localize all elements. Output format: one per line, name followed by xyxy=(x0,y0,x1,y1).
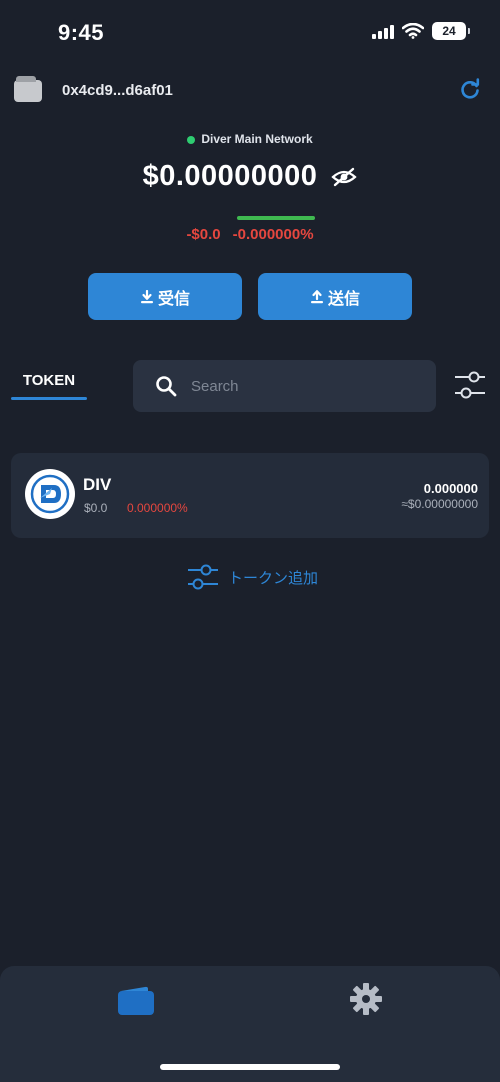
wallet-icon[interactable] xyxy=(117,986,155,1016)
balance-change-bar xyxy=(237,216,315,220)
token-amount: 0.000000 xyxy=(423,481,478,496)
tab-token-underline xyxy=(11,397,87,400)
send-button[interactable]: 送信 xyxy=(258,273,412,320)
wallet-icon[interactable] xyxy=(14,76,42,102)
balance-change: -$0.0 -0.000000% xyxy=(0,226,500,243)
wallet-address[interactable]: 0x4cd9...d6af01 xyxy=(62,82,173,99)
search-input[interactable] xyxy=(191,377,411,395)
sliders-icon xyxy=(188,564,218,590)
network-status-dot xyxy=(187,135,196,144)
network-indicator: Diver Main Network xyxy=(0,132,500,146)
status-time: 9:45 xyxy=(58,20,105,45)
cellular-signal-icon xyxy=(372,23,394,39)
token-row[interactable]: DIV $0.0 0.000000% 0.000000 ≈$0.00000000 xyxy=(11,453,489,538)
search-box[interactable] xyxy=(133,360,436,412)
upload-icon xyxy=(310,289,323,303)
balance-row: $0.00000000 xyxy=(0,160,500,193)
refresh-icon[interactable] xyxy=(458,78,482,102)
filter-icon[interactable] xyxy=(452,367,488,403)
receive-button[interactable]: 受信 xyxy=(88,273,242,320)
network-name: Diver Main Network xyxy=(201,132,313,146)
send-label: 送信 xyxy=(327,290,360,308)
wifi-icon xyxy=(402,23,424,39)
eye-off-icon[interactable] xyxy=(331,166,358,188)
receive-label: 受信 xyxy=(157,290,190,308)
diver-logo-icon xyxy=(30,474,70,514)
add-token-label: トークン追加 xyxy=(228,569,319,587)
bottom-nav xyxy=(0,966,500,1082)
gear-icon[interactable] xyxy=(349,982,383,1016)
total-balance: $0.00000000 xyxy=(142,160,318,192)
search-icon xyxy=(156,376,177,397)
token-amount-fiat: ≈$0.00000000 xyxy=(401,497,478,511)
tab-token[interactable]: TOKEN xyxy=(11,372,87,389)
download-icon xyxy=(140,289,153,303)
battery-icon: 24 xyxy=(432,22,470,40)
token-change: 0.000000% xyxy=(127,501,188,515)
add-token-button[interactable]: トークン追加 xyxy=(186,562,318,592)
token-symbol: DIV xyxy=(83,475,112,494)
status-icons: 24 xyxy=(372,22,470,40)
balance-change-fiat: -$0.0 xyxy=(186,226,221,243)
home-indicator xyxy=(160,1064,340,1070)
div-token-logo xyxy=(25,469,75,519)
token-fiat-price: $0.0 xyxy=(84,501,108,515)
balance-change-percent: -0.000000% xyxy=(232,226,314,243)
